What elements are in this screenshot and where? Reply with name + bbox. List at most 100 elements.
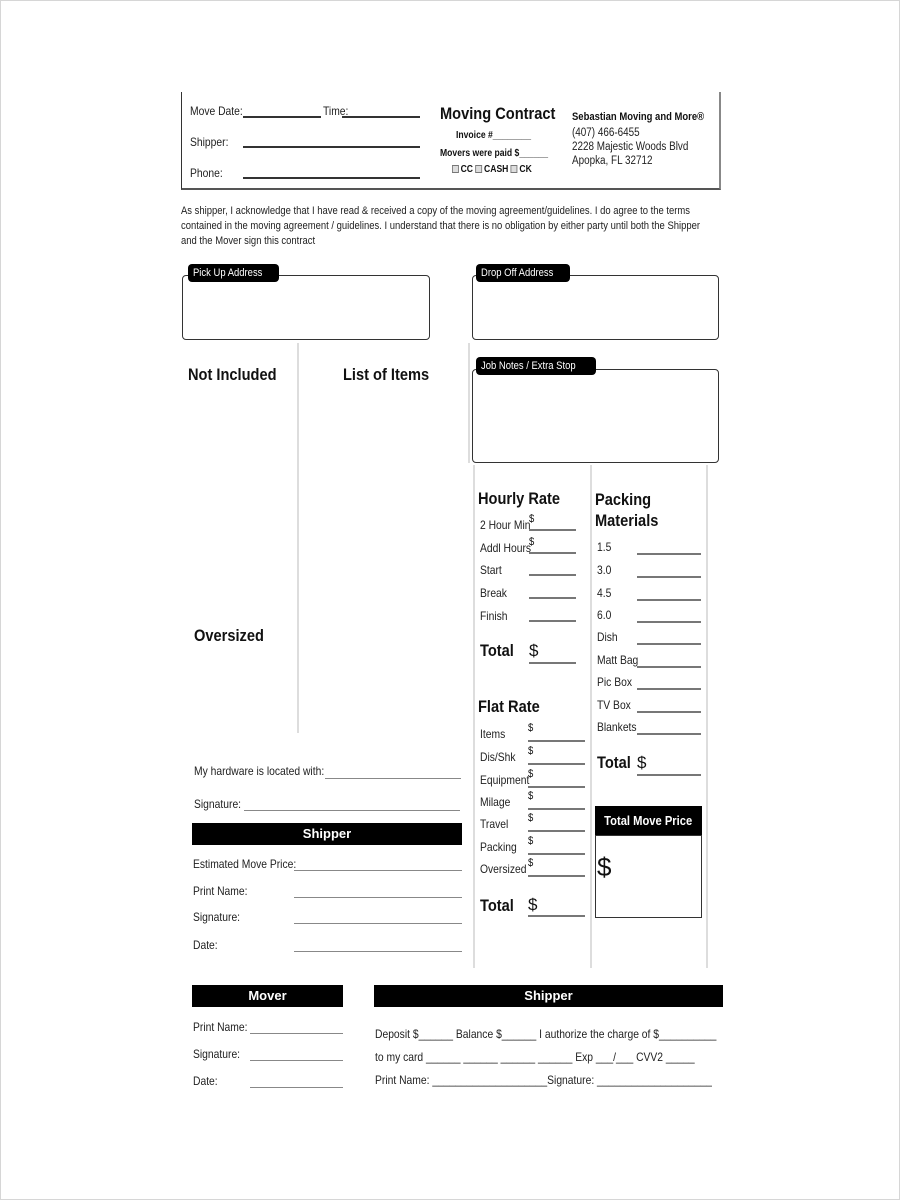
hourly-row-dollar: $	[529, 513, 535, 525]
flat-row-field[interactable]	[528, 875, 585, 877]
flat-total-field[interactable]	[528, 915, 585, 917]
mover-field-label: Print Name:	[193, 1020, 248, 1034]
hardware-field[interactable]	[325, 778, 461, 779]
shipper-field[interactable]	[243, 146, 420, 148]
total-move-price-dollar: $	[597, 852, 612, 882]
packing-row-field[interactable]	[637, 688, 701, 690]
flat-row-field[interactable]	[528, 786, 585, 788]
packing-row-label: Pic Box	[597, 675, 632, 689]
flat-row-label: Packing	[480, 840, 517, 854]
packing-row-label: TV Box	[597, 698, 631, 712]
flat-row-field[interactable]	[528, 853, 585, 855]
hardware-label: My hardware is located with:	[194, 764, 325, 778]
flat-row-dollar: $	[528, 857, 534, 869]
rate-right-divider	[706, 465, 708, 968]
packing-row-label: 6.0	[597, 608, 612, 622]
movers-paid[interactable]: Movers were paid $______	[440, 148, 566, 159]
pickup-address-box[interactable]	[182, 275, 430, 340]
not-included-heading: Not Included	[188, 365, 277, 384]
phone-field[interactable]	[243, 177, 420, 179]
mover-field-input[interactable]	[250, 1033, 343, 1034]
shipper-field-label: Print Name:	[193, 884, 248, 898]
invoice-number[interactable]: Invoice #________	[456, 130, 543, 141]
cash-label: CASH	[484, 164, 509, 175]
shipper-field-label: Date:	[193, 938, 218, 952]
packing-row-field[interactable]	[637, 711, 701, 713]
dropoff-address-label: Drop Off Address	[476, 264, 571, 282]
job-notes-label: Job Notes / Extra Stop	[476, 357, 597, 375]
card-details-line[interactable]: to my card ______ ______ ______ ______ E…	[375, 1050, 747, 1064]
mover-section-header: Mover	[192, 985, 343, 1007]
shipper-label: Shipper:	[190, 135, 229, 149]
cc-label: CC	[460, 164, 474, 175]
packing-row-label: 3.0	[597, 563, 612, 577]
flat-row-dollar: $	[528, 768, 534, 780]
packing-row-field[interactable]	[637, 666, 701, 668]
flat-row-label: Milage	[480, 795, 511, 809]
shipper-field-label: Signature:	[193, 910, 241, 924]
pickup-address-label: Pick Up Address	[188, 264, 279, 282]
flat-row-field[interactable]	[528, 808, 585, 810]
flat-row-field[interactable]	[528, 830, 585, 832]
mover-field-label: Signature:	[193, 1047, 241, 1061]
packing-row-field[interactable]	[637, 643, 701, 645]
print-name-signature-line[interactable]: Print Name: ____________________Signatur…	[375, 1073, 767, 1087]
flat-rate-heading: Flat Rate	[478, 697, 540, 716]
hourly-rate-heading: Hourly Rate	[478, 489, 561, 508]
shipper-field-input[interactable]	[294, 870, 462, 871]
packing-row-field[interactable]	[637, 599, 701, 601]
flat-row-field[interactable]	[528, 740, 585, 742]
mover-field-input[interactable]	[250, 1060, 343, 1061]
dropoff-address-box[interactable]	[472, 275, 719, 340]
flat-row-label: Dis/Shk	[480, 750, 516, 764]
hourly-row-dollar: $	[529, 536, 535, 548]
job-notes-box[interactable]	[472, 369, 719, 463]
hourly-row-field[interactable]	[529, 529, 576, 531]
mover-field-label: Date:	[193, 1074, 218, 1088]
ck-checkbox[interactable]	[510, 165, 518, 173]
ck-label: CK	[519, 164, 532, 175]
flat-row-dollar: $	[528, 812, 534, 824]
hardware-signature-label: Signature:	[194, 797, 242, 811]
shipper-section-header: Shipper	[192, 823, 462, 845]
hourly-row-field[interactable]	[529, 620, 576, 622]
hourly-row-field[interactable]	[529, 552, 576, 554]
total-move-price-header: Total Move Price	[595, 806, 702, 836]
company-phone: (407) 466-6455	[572, 127, 640, 139]
packing-row-field[interactable]	[637, 621, 701, 623]
hourly-total-field[interactable]	[529, 662, 576, 664]
packing-row-label: 4.5	[597, 586, 612, 600]
flat-total-dollar: $	[528, 895, 538, 914]
hardware-signature-field[interactable]	[244, 810, 460, 811]
time-field[interactable]	[342, 116, 420, 118]
hourly-row-field[interactable]	[529, 574, 576, 576]
mover-field-input[interactable]	[250, 1087, 343, 1088]
hourly-row-field[interactable]	[529, 597, 576, 599]
shipper-field-input[interactable]	[294, 897, 462, 898]
packing-row-field[interactable]	[637, 576, 701, 578]
flat-row-label: Items	[480, 727, 506, 741]
packing-total-label: Total	[597, 753, 631, 772]
flat-row-field[interactable]	[528, 763, 585, 765]
company-street: 2228 Majestic Woods Blvd	[572, 141, 689, 153]
packing-row-label: Dish	[597, 630, 618, 644]
move-date-field[interactable]	[243, 116, 321, 118]
company-city: Apopka, FL 32712	[572, 155, 653, 167]
packing-total-field[interactable]	[637, 774, 701, 776]
packing-materials-heading: Packing Materials	[595, 490, 659, 530]
shipper-field-input[interactable]	[294, 923, 462, 924]
packing-row-field[interactable]	[637, 733, 701, 735]
shipper-field-input[interactable]	[294, 951, 462, 952]
deposit-balance-line[interactable]: Deposit $______ Balance $______ I author…	[375, 1027, 772, 1041]
flat-row-dollar: $	[528, 835, 534, 847]
flat-row-label: Travel	[480, 817, 509, 831]
payment-options: CC CASH CK	[452, 164, 545, 175]
hourly-row-label: Break	[480, 586, 507, 600]
cc-checkbox[interactable]	[452, 165, 459, 173]
flat-row-label: Oversized	[480, 862, 527, 876]
packing-row-field[interactable]	[637, 553, 701, 555]
items-right-divider	[468, 343, 470, 463]
cash-checkbox[interactable]	[475, 165, 483, 173]
packing-total-dollar: $	[637, 753, 647, 772]
packing-row-label: 1.5	[597, 540, 612, 554]
